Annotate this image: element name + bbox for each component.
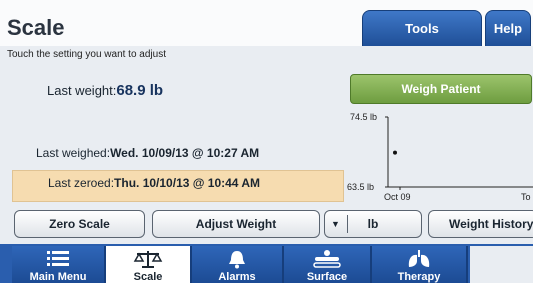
scale-action-buttons: Zero Scale Adjust Weight ▼ lb Weight His… bbox=[0, 208, 533, 244]
last-weight-label: Last weight: bbox=[47, 83, 117, 98]
bottom-nav: Main Menu Scale Alarms Surface Therapy bbox=[0, 244, 533, 283]
scale-content-panel: Touch the setting you want to adjust Las… bbox=[0, 46, 533, 208]
weight-history-button[interactable]: Weight History bbox=[428, 210, 533, 238]
last-zeroed-value: Thu. 10/10/13 @ 10:44 AM bbox=[114, 176, 261, 190]
unit-selector[interactable]: ▼ lb bbox=[324, 210, 422, 238]
weigh-patient-button[interactable]: Weigh Patient bbox=[350, 74, 532, 104]
nav-surface[interactable]: Surface bbox=[284, 246, 372, 283]
dropdown-caret-icon: ▼ bbox=[331, 219, 340, 229]
weight-data-point-0 bbox=[393, 150, 397, 155]
y-tick-label-bottom: 63.5 lb bbox=[347, 182, 374, 192]
tab-tools[interactable]: Tools bbox=[362, 10, 482, 46]
scale-icon bbox=[106, 249, 190, 269]
nav-empty-area bbox=[470, 246, 533, 283]
last-weighed-label: Last weighed: bbox=[36, 146, 111, 160]
header-bar: Scale Tools Help bbox=[0, 0, 533, 46]
y-tick-label-top: 74.5 lb bbox=[350, 112, 377, 122]
page-title: Scale bbox=[7, 15, 65, 40]
last-weight-value: 68.9 lb bbox=[116, 82, 164, 99]
last-weighed-value: Wed. 10/09/13 @ 10:27 AM bbox=[110, 146, 260, 160]
unit-selector-divider bbox=[347, 215, 348, 233]
bell-icon bbox=[192, 249, 282, 269]
last-zeroed-label: Last zeroed: bbox=[48, 176, 115, 190]
last-zeroed-row: Last zeroed:Thu. 10/10/13 @ 10:44 AM bbox=[48, 176, 260, 190]
last-weighed-row: Last weighed:Wed. 10/09/13 @ 10:27 AM bbox=[36, 146, 259, 160]
nav-alarms-label: Alarms bbox=[218, 271, 256, 283]
adjust-weight-button[interactable]: Adjust Weight bbox=[152, 210, 320, 238]
nav-scale[interactable]: Scale bbox=[106, 246, 192, 283]
data-points bbox=[393, 150, 397, 155]
lungs-icon bbox=[372, 249, 466, 269]
x-tick-label-start: Oct 09 bbox=[384, 192, 411, 202]
instruction-text: Touch the setting you want to adjust bbox=[7, 49, 166, 60]
menu-icon bbox=[12, 249, 104, 269]
surface-icon bbox=[284, 249, 370, 269]
tab-help[interactable]: Help bbox=[485, 10, 531, 46]
nav-main-menu[interactable]: Main Menu bbox=[12, 246, 106, 283]
nav-scale-label: Scale bbox=[133, 271, 163, 283]
scale-screen: Scale Tools Help Touch the setting you w… bbox=[0, 0, 533, 283]
unit-value: lb bbox=[367, 217, 379, 231]
weight-trend-chart: 74.5 lb 63.5 lb Oct 09 To bbox=[340, 110, 533, 208]
nav-alarms[interactable]: Alarms bbox=[192, 246, 284, 283]
x-tick-label-end: To bbox=[521, 192, 531, 202]
last-weight-row: Last weight:68.9 lb bbox=[47, 82, 163, 100]
nav-main-menu-label: Main Menu bbox=[29, 271, 87, 283]
nav-therapy[interactable]: Therapy bbox=[372, 246, 468, 283]
zero-scale-button[interactable]: Zero Scale bbox=[14, 210, 145, 238]
nav-therapy-label: Therapy bbox=[397, 271, 441, 283]
nav-surface-label: Surface bbox=[306, 271, 348, 283]
